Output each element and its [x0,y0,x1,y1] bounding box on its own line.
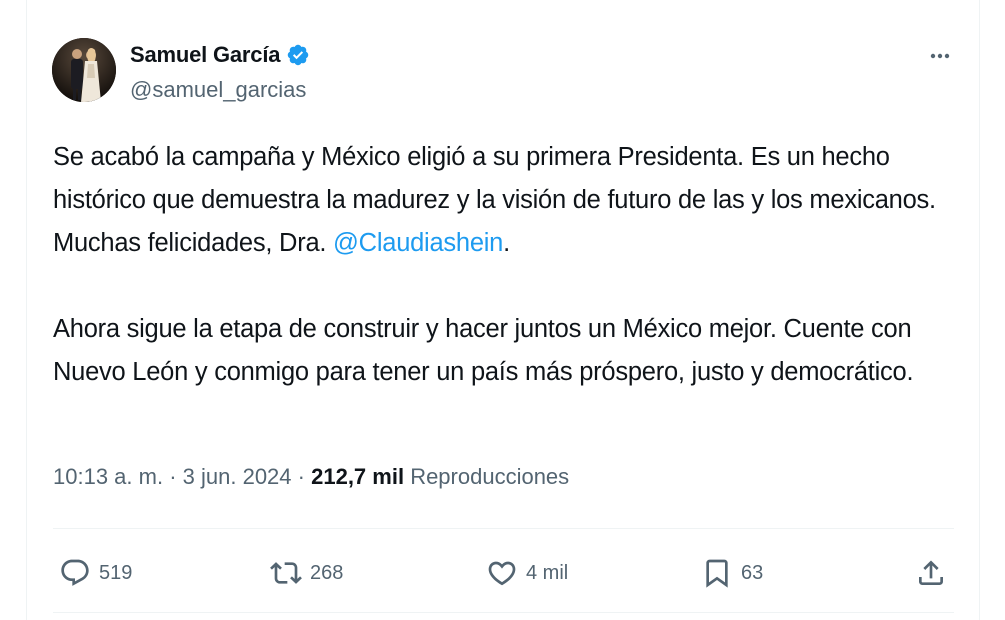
more-horizontal-icon [930,53,950,59]
bookmark-icon [706,559,728,588]
bookmark-count: 63 [741,561,764,584]
repost-arrows-icon [270,562,302,584]
reply-button[interactable]: 519 [59,548,132,598]
share-button[interactable] [915,548,947,598]
action-bar: 519 268 4 mil 63 [0,548,1005,598]
like-button[interactable]: 4 mil [486,548,568,598]
share-upload-icon [919,560,943,585]
avatar[interactable] [52,38,116,102]
reply-bubble-icon [61,559,89,586]
tweet-time[interactable]: 10:13 a. m. [53,464,163,489]
tweet-text: Se acabó la campaña y México eligió a su… [53,136,968,394]
more-options-button[interactable] [924,40,956,72]
tweet-meta: 10:13 a. m. · 3 jun. 2024 · 212,7 mil Re… [53,464,569,490]
tweet-paragraph-1-end: . [503,229,510,257]
tweet-date[interactable]: 3 jun. 2024 [183,464,292,489]
divider-bottom [53,612,954,613]
like-count: 4 mil [526,561,569,584]
repost-count: 268 [310,561,344,584]
repost-button[interactable]: 268 [270,548,343,598]
tweet-paragraph-2: Ahora sigue la etapa de construir y hace… [53,315,914,386]
mention-link[interactable]: @Claudiashein [333,229,503,257]
reply-count: 519 [99,561,133,584]
bookmark-button[interactable]: 63 [701,548,763,598]
tweet-paragraph-1: Se acabó la campaña y México eligió a su… [53,136,968,265]
meta-separator: · [297,464,305,489]
author-handle[interactable]: @samuel_garcias [130,77,306,103]
author-name[interactable]: Samuel García [130,42,280,68]
meta-separator: · [169,464,177,489]
verified-badge-icon[interactable] [286,43,310,67]
author-name-row[interactable]: Samuel García [130,40,310,70]
divider-top [53,528,954,529]
heart-icon [488,561,516,586]
views-label[interactable]: Reproducciones [410,464,569,489]
avatar-photo [52,38,116,102]
views-count[interactable]: 212,7 mil [311,464,404,489]
